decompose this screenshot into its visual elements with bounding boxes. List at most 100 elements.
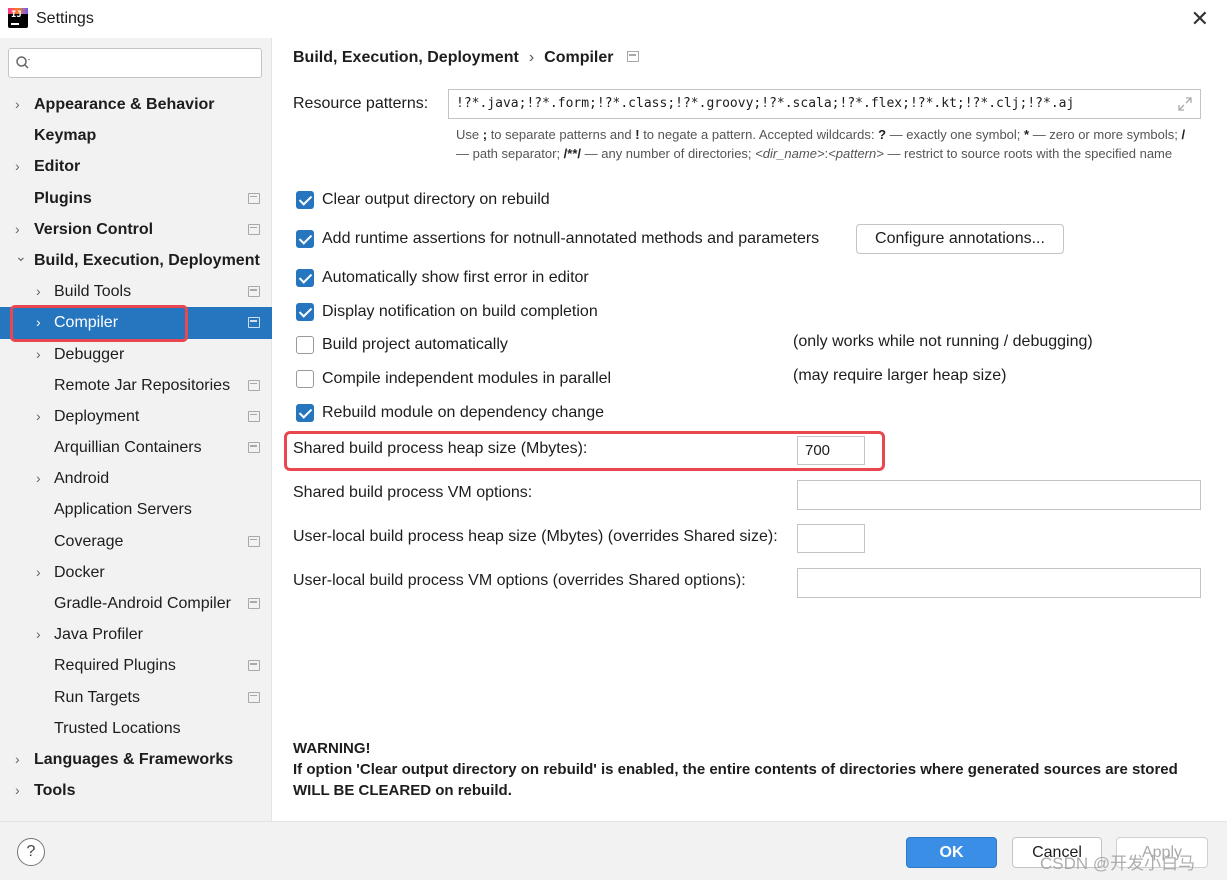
chevron-right-icon[interactable]: › <box>15 744 20 775</box>
sidebar-item-deployment[interactable]: › Deployment <box>0 401 272 432</box>
sidebar-item-keymap[interactable]: Keymap <box>0 120 272 151</box>
checkbox-label: Rebuild module on dependency change <box>322 404 604 421</box>
sidebar-item-label: Docker <box>54 563 105 581</box>
checkbox-box[interactable] <box>296 303 314 321</box>
sidebar-item-label: Appearance & Behavior <box>34 96 215 113</box>
sidebar-item-label: Run Targets <box>54 688 140 706</box>
project-scope-icon <box>248 223 260 235</box>
checkbox-box[interactable] <box>296 230 314 248</box>
breadcrumb-parent[interactable]: Build, Execution, Deployment <box>293 49 519 67</box>
resource-patterns-value: !?*.java;!?*.form;!?*.class;!?*.groovy;!… <box>456 96 1075 111</box>
search-input[interactable] <box>8 48 262 78</box>
sidebar-item-label: Remote Jar Repositories <box>54 376 231 394</box>
chevron-right-icon[interactable]: › <box>36 463 41 494</box>
sidebar-item-version-control[interactable]: › Version Control <box>0 214 272 245</box>
configure-annotations-button[interactable]: Configure annotations... <box>856 224 1064 254</box>
user-vm-options-input[interactable] <box>797 568 1201 598</box>
chevron-down-icon[interactable]: ⌄ <box>15 241 27 272</box>
sidebar-item-plugins[interactable]: Plugins <box>0 183 272 214</box>
resource-patterns-input[interactable]: !?*.java;!?*.form;!?*.class;!?*.groovy;!… <box>448 89 1201 119</box>
shared-heap-input[interactable]: 700 <box>797 436 865 465</box>
project-scope-icon <box>627 51 640 62</box>
sidebar-item-trusted-locations[interactable]: Trusted Locations <box>0 713 272 744</box>
sidebar-item-appearance-behavior[interactable]: › Appearance & Behavior <box>0 89 272 120</box>
project-scope-icon <box>248 598 260 609</box>
sidebar-item-label: Plugins <box>34 189 92 207</box>
sidebar-item-label: Required Plugins <box>54 657 176 675</box>
dialog-footer: ? OK Cancel Apply CSDN @开发小白马 <box>0 821 1227 880</box>
project-scope-icon <box>248 535 260 547</box>
sidebar-item-application-servers[interactable]: Application Servers <box>0 494 272 525</box>
checkbox-label: Automatically show first error in editor <box>322 269 589 286</box>
chevron-right-icon[interactable]: › <box>36 401 41 432</box>
breadcrumb-current: Compiler <box>544 49 614 66</box>
warning-title: WARNING! <box>293 740 371 757</box>
ok-button[interactable]: OK <box>906 837 997 868</box>
sidebar-item-label: Build Tools <box>54 283 132 301</box>
sidebar-item-run-targets[interactable]: Run Targets <box>0 682 272 713</box>
chevron-right-icon[interactable]: › <box>15 775 20 806</box>
project-scope-icon <box>248 379 260 391</box>
sidebar-item-gradle-android-compiler[interactable]: Gradle-Android Compiler <box>0 588 272 619</box>
chevron-right-icon[interactable]: › <box>36 276 41 307</box>
sidebar-item-java-profiler[interactable]: › Java Profiler <box>0 619 272 650</box>
sidebar-item-docker[interactable]: › Docker <box>0 557 272 588</box>
sidebar-item-coverage[interactable]: Coverage <box>0 526 272 557</box>
checkbox-label: Compile independent modules in parallel <box>322 370 612 387</box>
sidebar-item-editor[interactable]: › Editor <box>0 151 272 182</box>
checkbox-box[interactable] <box>296 269 314 287</box>
chevron-right-icon[interactable]: › <box>15 89 20 120</box>
sidebar-item-label: Keymap <box>34 127 97 145</box>
sidebar-item-label: Build, Execution, Deployment <box>34 251 260 269</box>
close-icon[interactable]: ✕ <box>1191 6 1209 32</box>
sidebar-item-arquillian-containers[interactable]: Arquillian Containers <box>0 432 272 463</box>
sidebar-item-tools[interactable]: › Tools <box>0 775 272 806</box>
sidebar-item-label: Tools <box>34 782 76 800</box>
project-scope-icon <box>248 192 260 204</box>
sidebar-item-label: Debugger <box>54 345 125 363</box>
chevron-right-icon[interactable]: › <box>15 151 20 182</box>
compiler-highlight-box <box>10 305 188 342</box>
sidebar-item-build-tools[interactable]: › Build Tools <box>0 276 272 307</box>
compiler-settings-panel: Build, Execution, Deployment › Compiler Re… <box>272 38 1227 821</box>
checkbox-label: Build project automatically <box>322 336 508 353</box>
user-heap-label: User-local build process heap size (Mbyt… <box>293 528 778 545</box>
project-scope-icon <box>248 286 260 298</box>
user-heap-input[interactable] <box>797 524 865 553</box>
sidebar-item-label: Version Control <box>34 220 154 238</box>
settings-tree: › Appearance & Behavior Keymap › Editor Plugi… <box>0 89 272 806</box>
checkbox-note: (may require larger heap size) <box>793 367 1007 384</box>
checkbox-box[interactable] <box>296 404 314 422</box>
chevron-right-icon[interactable]: › <box>36 557 41 588</box>
intellij-icon: IJ <box>8 8 28 28</box>
checkbox-label: Display notification on build completion <box>322 303 598 320</box>
sidebar-item-remote-jar-repositories[interactable]: Remote Jar Repositories <box>0 370 272 401</box>
sidebar-item-label: Gradle-Android Compiler <box>54 595 231 612</box>
breadcrumb-separator: › <box>528 49 535 66</box>
sidebar-item-label: Android <box>54 470 110 488</box>
chevron-right-icon[interactable]: › <box>36 619 41 650</box>
sidebar-item-languages-frameworks[interactable]: › Languages & Frameworks <box>0 744 272 775</box>
project-scope-icon <box>248 317 260 329</box>
chevron-right-icon[interactable]: › <box>36 339 41 370</box>
breadcrumb: Build, Execution, Deployment › Compiler <box>293 49 640 67</box>
warning-text: If option 'Clear output directory on reb… <box>293 761 1178 799</box>
sidebar-item-android[interactable]: › Android <box>0 463 272 494</box>
checkbox-box[interactable] <box>296 336 314 354</box>
sidebar-item-label: Deployment <box>54 407 140 425</box>
sidebar-item-required-plugins[interactable]: Required Plugins <box>0 650 272 681</box>
checkbox-box[interactable] <box>296 191 314 209</box>
shared-vm-options-input[interactable] <box>797 480 1201 510</box>
sidebar-item-label: Coverage <box>54 532 124 550</box>
sidebar-item-build-execution-deployment[interactable]: ⌄ Build, Execution, Deployment <box>0 245 272 276</box>
sidebar-item-label: Editor <box>34 158 81 176</box>
checkbox-label: Add runtime assertions for notnull-annot… <box>322 230 820 247</box>
settings-sidebar: › Appearance & Behavior Keymap › Editor Plugi… <box>0 38 272 821</box>
expand-icon[interactable] <box>1178 97 1192 111</box>
project-scope-icon <box>248 442 260 454</box>
checkbox-box[interactable] <box>296 370 314 388</box>
watermark: CSDN @开发小白马 <box>1040 854 1196 873</box>
sidebar-item-debugger[interactable]: › Debugger <box>0 339 272 370</box>
project-scope-icon <box>248 660 260 672</box>
help-icon[interactable]: ? <box>17 838 45 866</box>
